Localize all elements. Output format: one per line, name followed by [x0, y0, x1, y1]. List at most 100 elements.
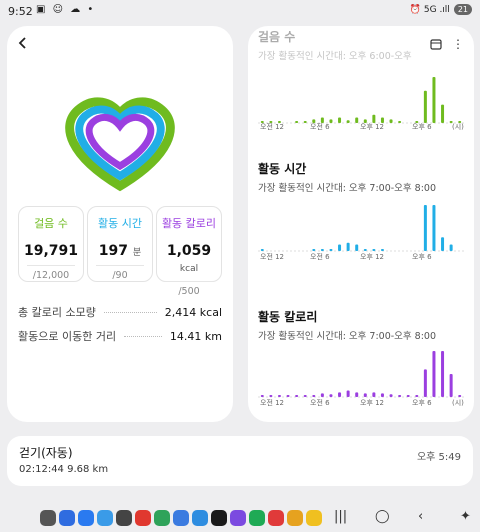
chart-bar	[441, 351, 445, 397]
game-icon[interactable]	[268, 510, 284, 526]
active-time-value: 197	[98, 243, 129, 259]
chart-bar	[406, 395, 410, 397]
active-time-stat[interactable]: 활동 시간 197 분 /90	[87, 206, 153, 282]
active-time-unit: 분	[132, 248, 142, 258]
notes-icon[interactable]	[230, 510, 246, 526]
tv-icon[interactable]	[211, 510, 227, 526]
activity-rings-heart	[65, 97, 175, 192]
steps-goal: /12,000	[32, 270, 70, 281]
chart-bar	[423, 369, 427, 397]
chart-bar	[363, 393, 367, 397]
play-icon[interactable]	[173, 510, 189, 526]
calories-section-subtitle: 가장 활동적인 시간대: 오후 7:00-오후 8:00	[258, 331, 437, 342]
notification-icons: ▣ ☺ ☁ •	[36, 4, 96, 15]
x-tick: 오전 12	[260, 399, 285, 407]
active-time-section-subtitle: 가장 활동적인 시간대: 오후 7:00-오후 8:00	[258, 183, 437, 194]
status-time: 9:52	[8, 5, 33, 18]
app-icon[interactable]	[287, 510, 303, 526]
chart-bar	[346, 120, 350, 123]
messages-icon[interactable]	[78, 510, 94, 526]
walk-title: 걷기(자동)	[19, 446, 73, 460]
summary-stats: 걸음 수 19,791 /12,000 활동 시간 197 분 /90 활동 칼…	[18, 206, 222, 297]
chart-bar	[260, 395, 264, 397]
calories-stat[interactable]: 활동 칼로리 1,059 kcal /500	[156, 206, 222, 297]
x-tick: (시)	[452, 123, 464, 131]
chart-bar	[338, 392, 342, 397]
chart-bar	[389, 394, 393, 397]
total-calories-value: 2,414 kcal	[164, 305, 222, 319]
chart-bar	[312, 249, 316, 251]
chart-bar	[355, 392, 359, 397]
status-right: ⏰ 5G .ıll 21	[410, 4, 472, 15]
accessibility-icon[interactable]: ✦	[460, 509, 471, 524]
chart-bar	[423, 90, 427, 123]
steps-section-title: 걸음 수	[258, 30, 296, 44]
active-time-goal: /90	[112, 270, 128, 281]
calories-unit: kcal	[179, 264, 199, 274]
settings-icon[interactable]	[306, 510, 322, 526]
chart-bar	[260, 249, 264, 251]
chart-bar	[432, 77, 436, 123]
hourly-card: ⋮ 걸음 수 가장 활동적인 시간대: 오후 6:00-오후 오전 12 오전 …	[248, 26, 474, 422]
x-tick: 오전 6	[310, 253, 330, 261]
x-tick: 오전 6	[310, 399, 330, 407]
grid-icon[interactable]	[40, 510, 56, 526]
chart-bar	[441, 237, 445, 251]
calories-label: 활동 칼로리	[161, 217, 217, 230]
x-tick: 오후 6	[412, 253, 432, 261]
calories-goal: /500	[178, 286, 200, 297]
gallery-icon[interactable]	[192, 510, 208, 526]
recents-icon[interactable]: |||	[334, 509, 347, 524]
chart-bar	[372, 392, 376, 397]
camera-icon[interactable]	[116, 510, 132, 526]
store-icon[interactable]	[135, 510, 151, 526]
chat-icon[interactable]	[97, 510, 113, 526]
chart-bar	[346, 242, 350, 251]
total-calories-label: 총 칼로리 소모량	[18, 306, 96, 319]
chart-bar	[355, 117, 359, 123]
chart-bar	[338, 244, 342, 251]
chart-bar	[458, 395, 462, 397]
chart-bar	[441, 104, 445, 123]
chart-bar	[277, 395, 281, 397]
calories-value: 1,059	[166, 243, 212, 259]
walk-time: 오후 5:49	[416, 452, 461, 463]
chart-bar	[286, 395, 290, 397]
chart-bar	[338, 117, 342, 123]
x-tick: 오전 12	[260, 253, 285, 261]
chart-bar	[295, 121, 299, 123]
chart-bar	[320, 393, 324, 397]
chart-bar	[432, 351, 436, 397]
chart-bar	[380, 249, 384, 251]
chart-bar	[269, 395, 273, 397]
phone-icon[interactable]	[59, 510, 75, 526]
chart-bar	[372, 249, 376, 251]
walk-details: 02:12:44 9.68 km	[19, 464, 109, 475]
battery-icon: 21	[453, 4, 472, 15]
steps-chart	[258, 77, 464, 124]
chart-bar	[320, 249, 324, 251]
home-icon[interactable]: ◯	[375, 509, 390, 524]
steps-section-subtitle: 가장 활동적인 시간대: 오후 6:00-오후	[258, 51, 412, 62]
chart-bar	[449, 374, 453, 397]
chart-bar	[415, 395, 419, 397]
shopping-icon[interactable]	[249, 510, 265, 526]
walk-record[interactable]: 걷기(자동) 02:12:44 9.68 km 오후 5:49	[7, 436, 473, 486]
steps-label: 걸음 수	[34, 217, 68, 230]
x-tick: 오후 12	[360, 253, 385, 261]
x-tick: 오후 6	[412, 123, 432, 131]
chart-bar	[329, 249, 333, 251]
chart-bar	[355, 244, 359, 251]
chart-bar	[398, 121, 402, 123]
total-calories-row: 총 칼로리 소모량 2,414 kcal	[18, 304, 222, 320]
calories-section: 활동 칼로리 가장 활동적인 시간대: 오후 7:00-오후 8:00	[258, 308, 464, 342]
chart-bar	[295, 395, 299, 397]
steps-stat[interactable]: 걸음 수 19,791 /12,000	[18, 206, 84, 282]
back-button[interactable]	[10, 30, 36, 56]
x-tick: 오전 12	[260, 123, 285, 131]
calendar-icon[interactable]	[154, 510, 170, 526]
steps-value: 19,791	[23, 243, 79, 259]
x-tick: 오후 6	[412, 399, 432, 407]
back-nav-icon[interactable]: ‹	[418, 509, 423, 524]
chart-bar	[303, 121, 307, 123]
